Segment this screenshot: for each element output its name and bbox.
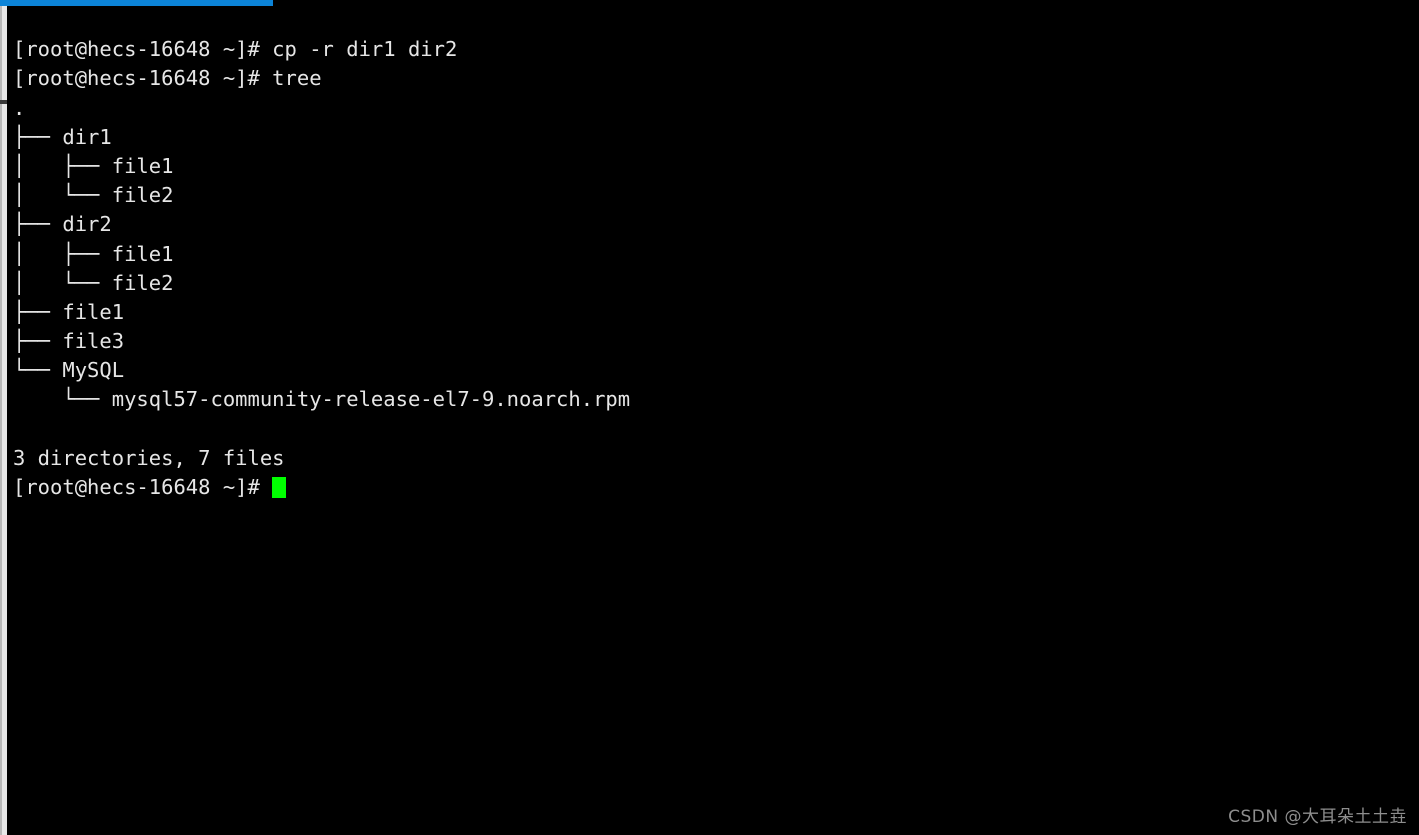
terminal-cursor[interactable] (272, 477, 286, 499)
watermark-text: CSDN @大耳朵土土垚 (1228, 807, 1407, 827)
terminal-line: │ └── file2 (13, 270, 174, 295)
terminal-prompt-line[interactable]: [root@hecs-16648 ~]# (13, 473, 630, 502)
terminal-line: └── MySQL (13, 358, 125, 383)
terminal-output: [root@hecs-16648 ~]# cp -r dir1 dir2 [roo… (13, 6, 630, 561)
terminal-line: │ └── file2 (13, 183, 174, 208)
terminal-line: │ ├── file1 (13, 153, 174, 178)
terminal-line: │ ├── file1 (13, 241, 174, 266)
terminal-line: [root@hecs-16648 ~]# tree (13, 66, 322, 91)
window-titlebar-remainder (273, 0, 1419, 6)
terminal-line: ├── dir2 (13, 212, 112, 237)
window-left-gutter[interactable] (0, 0, 7, 835)
terminal-line: ├── file3 (13, 329, 125, 354)
terminal-screen[interactable]: [root@hecs-16648 ~]# cp -r dir1 dir2 [roo… (7, 6, 1419, 835)
window-accent-bar (0, 0, 273, 6)
terminal-line: └── mysql57-community-release-el7-9.noar… (13, 387, 631, 412)
terminal-tree-summary: 3 directories, 7 files (13, 445, 285, 470)
terminal-line: ├── dir1 (13, 124, 112, 149)
terminal-line: . (13, 95, 26, 120)
scrollbar-position-marker[interactable] (0, 100, 7, 104)
terminal-line: [root@hecs-16648 ~]# cp -r dir1 dir2 (13, 37, 458, 62)
shell-prompt: [root@hecs-16648 ~]# (13, 475, 273, 500)
terminal-line: ├── file1 (13, 299, 125, 324)
window-left-gutter-border (0, 0, 2, 835)
